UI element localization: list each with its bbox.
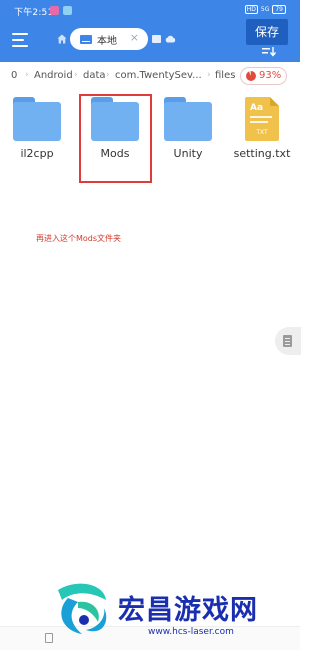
menu-icon[interactable] — [12, 33, 28, 47]
window-icon[interactable] — [152, 35, 161, 43]
txt-icon-kind: TXT — [256, 129, 268, 136]
highlight-box — [79, 94, 152, 183]
storage-percent: 93% — [259, 70, 282, 81]
side-panel-tab[interactable] — [275, 327, 301, 355]
txt-file-icon: Aa TXT — [245, 97, 279, 141]
battery-icon: 79 — [272, 5, 286, 14]
file-item[interactable]: Aa TXT setting.txt — [231, 97, 293, 160]
sort-icon[interactable] — [262, 47, 276, 57]
folder-icon — [164, 97, 212, 141]
signal-label: 5G — [260, 6, 270, 13]
annotation-text: 再进入这个Mods文件夹 — [36, 234, 122, 243]
folder-item[interactable]: Unity — [157, 97, 219, 160]
file-name: setting.txt — [233, 147, 291, 160]
notification-icon — [50, 6, 59, 15]
tab-local[interactable]: 本地 × — [70, 28, 148, 50]
chevron-right-icon: › — [106, 70, 110, 80]
chevron-right-icon: › — [207, 70, 211, 80]
watermark-url: www.hcs-laser.com — [148, 627, 234, 637]
txt-icon-text: Aa — [250, 103, 264, 113]
home-icon[interactable] — [57, 34, 67, 44]
breadcrumb: 0 › Android › data › com.TwentySev... › … — [0, 64, 300, 88]
status-time: 下午2:51 — [14, 8, 54, 18]
folder-name: il2cpp — [20, 147, 54, 160]
pie-chart-icon — [246, 71, 256, 81]
storage-icon — [80, 34, 92, 44]
close-icon[interactable]: × — [130, 31, 139, 44]
watermark-logo — [58, 583, 107, 634]
chevron-right-icon: › — [74, 70, 78, 80]
breadcrumb-item[interactable]: Android — [34, 70, 73, 81]
notification-icon — [63, 6, 72, 15]
chevron-right-icon: › — [25, 70, 29, 80]
tab-label: 本地 — [97, 35, 117, 47]
folder-item[interactable]: il2cpp — [6, 97, 68, 160]
breadcrumb-item-current[interactable]: files — [215, 70, 235, 81]
clipboard-icon — [283, 335, 292, 347]
breadcrumb-item[interactable]: data — [83, 70, 106, 81]
hd-badge: HD — [244, 5, 258, 14]
folder-name: Unity — [173, 147, 203, 160]
breadcrumb-item[interactable]: 0 — [11, 70, 17, 81]
cloud-icon[interactable] — [165, 35, 176, 43]
folder-icon — [13, 97, 61, 141]
save-button[interactable]: 保存 — [246, 19, 288, 45]
status-indicators: HD 5G 79 — [244, 5, 286, 14]
breadcrumb-item[interactable]: com.TwentySev... — [115, 70, 202, 81]
watermark-title: 宏昌游戏网 — [118, 595, 258, 626]
app-header: 下午2:51 HD 5G 79 本地 × 保存 — [0, 0, 300, 62]
storage-usage-badge[interactable]: 93% — [240, 67, 287, 85]
